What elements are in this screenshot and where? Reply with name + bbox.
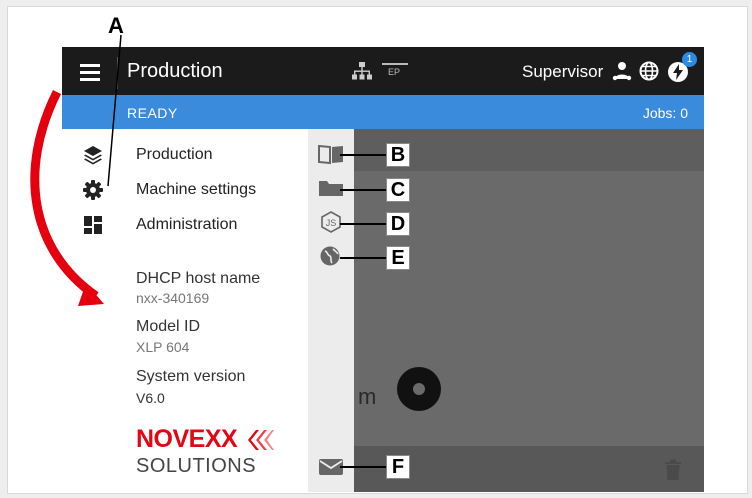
callout-c: C [386, 178, 410, 202]
leader-b [340, 154, 386, 156]
leader-c [340, 189, 386, 191]
callout-e: E [386, 246, 410, 270]
red-curved-arrow [30, 89, 99, 300]
callout-d: D [386, 212, 410, 236]
leader-f [340, 466, 386, 468]
annotation-overlay [30, 34, 122, 306]
callout-a: A [108, 13, 124, 38]
callout-b: B [386, 143, 410, 167]
leader-a [107, 34, 122, 187]
leader-d [340, 223, 386, 225]
callout-f: F [386, 455, 410, 479]
leader-e [340, 257, 386, 259]
